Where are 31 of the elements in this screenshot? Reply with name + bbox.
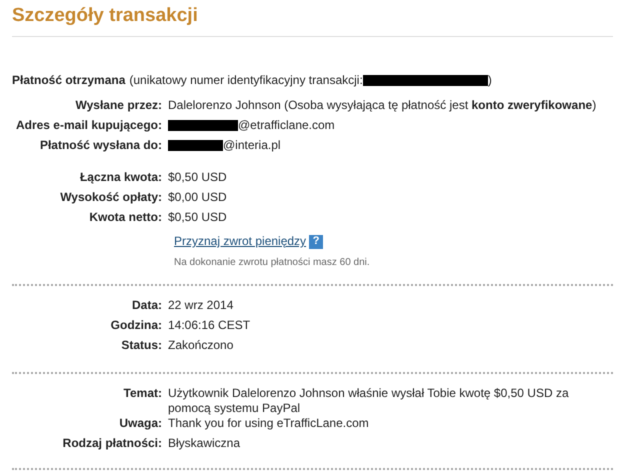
field-value: @interia.pl [168, 138, 281, 153]
field-label: Płatność wysłana do: [38, 138, 163, 153]
page-title: Szczegóły transakcji [12, 4, 199, 28]
header-label: Płatność otrzymana [12, 73, 126, 88]
field-value: $0,50 USD [168, 210, 227, 225]
field-label: Rodzaj płatności: [62, 436, 163, 451]
field-value: @etrafficlane.com [168, 118, 335, 133]
field-value: Błyskawiczna [168, 436, 240, 451]
refund-note: Na dokonanie zwrotu płatności masz 60 dni. [173, 256, 371, 270]
field-label: Uwaga: [118, 416, 163, 431]
refund-link[interactable]: Przyznaj zwrot pieniędzy [174, 234, 306, 249]
field-label: Temat: [122, 386, 163, 401]
header-text: ) [488, 73, 492, 88]
field-label: Wysokość opłaty: [59, 190, 163, 205]
field-label: Wysłane przez: [74, 98, 163, 113]
field-value: $0,50 USD [168, 170, 227, 185]
field-label: Data: [130, 298, 163, 313]
field-value: Użytkownik Dalelorenzo Johnson właśnie wysłał Tobie kwotę $0,50 USD za pomocą systemu PayPal [168, 386, 570, 416]
field-value: Thank you for using eTrafficLane.com [168, 416, 369, 431]
field-value: 14:06:16 CEST [168, 318, 250, 333]
field-value: $0,00 USD [168, 190, 227, 205]
field-value: 22 wrz 2014 [168, 298, 234, 313]
help-icon[interactable]: ? [309, 234, 324, 248]
field-label: Adres e-mail kupującego: [14, 118, 163, 133]
field-value: Zakończono [168, 338, 234, 353]
field-label: Kwota netto: [88, 210, 163, 225]
field-label: Status: [120, 338, 163, 353]
header-text: (unikatowy numer identyfikacyjny transakcji: [129, 73, 363, 88]
field-label: Łączna kwota: [78, 170, 163, 185]
field-label: Godzina: [110, 318, 163, 333]
field-value: Dalelorenzo Johnson (Osoba wysyłająca tę płatność jest konto zweryfikowane) [168, 98, 596, 113]
